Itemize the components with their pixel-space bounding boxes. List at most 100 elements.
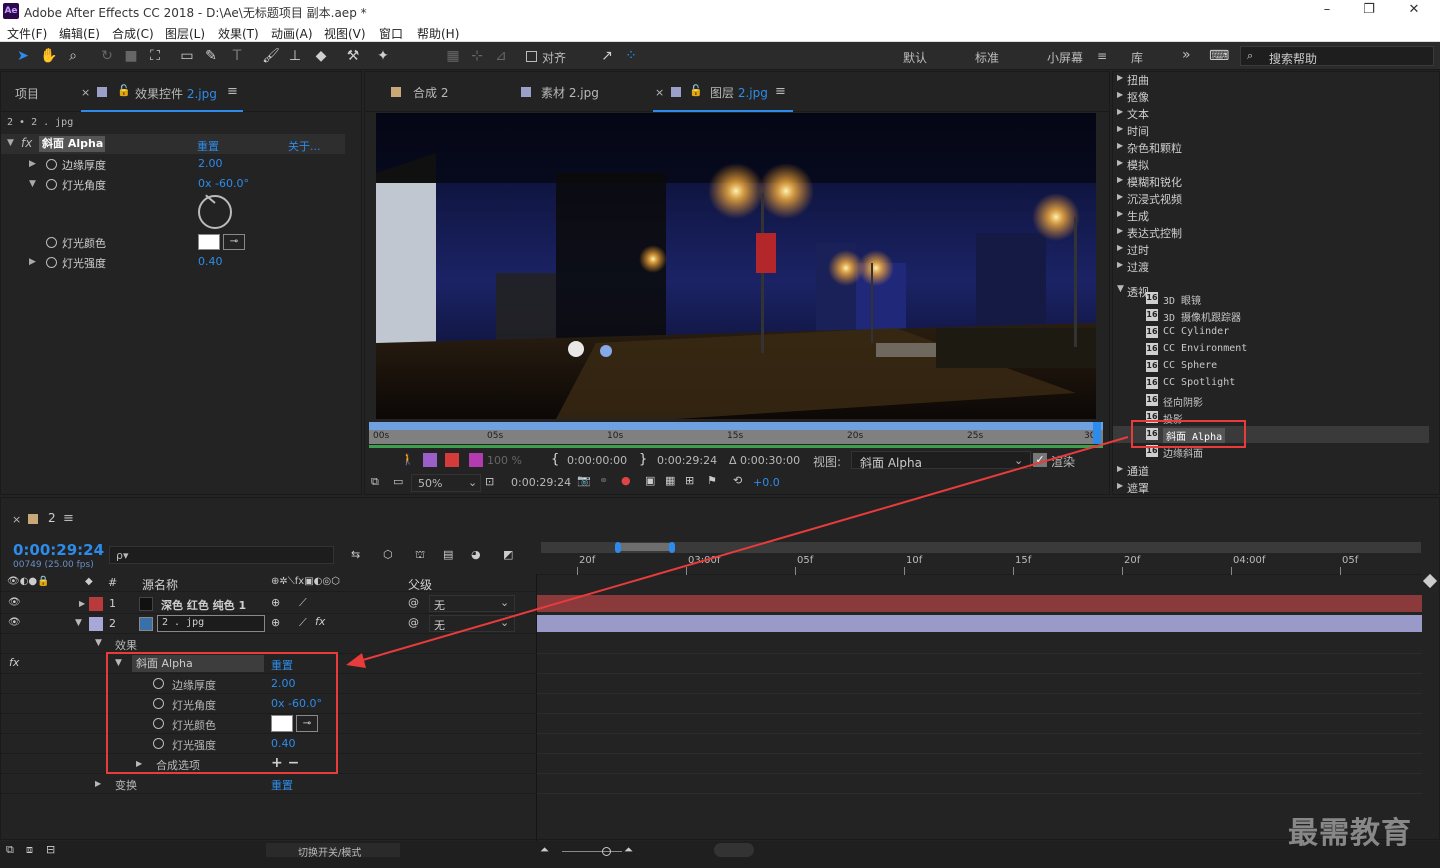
quality-switch-icon[interactable]: ⟋ xyxy=(299,616,307,630)
timeline-navigator[interactable] xyxy=(541,542,1421,553)
expand-arrow-icon[interactable]: ▶ xyxy=(29,159,36,169)
toggle-switches-button[interactable]: 切换开关/模式 xyxy=(266,843,400,859)
pen-tool-icon[interactable]: ✎ xyxy=(202,47,220,65)
eyedropper-icon[interactable]: ⊸ xyxy=(223,234,245,250)
color-icon[interactable] xyxy=(469,453,483,467)
rectangle-tool-icon[interactable]: ▭ xyxy=(178,47,196,65)
collapse-arrow-icon[interactable]: ▼ xyxy=(95,638,102,648)
parent-select[interactable]: 无 ⌄ xyxy=(429,615,515,632)
frame-icon[interactable]: ⊡ xyxy=(485,475,494,488)
menu-help[interactable]: 帮助(H) xyxy=(417,25,459,42)
timeline-ruler[interactable]: 20f 03:00f 05f 10f 15f 20f 04:00f 05f xyxy=(537,553,1422,575)
draft-3d-icon[interactable]: ⬡ xyxy=(383,548,393,561)
prop-value[interactable]: 0x -60.0° xyxy=(198,177,249,190)
layer-name[interactable]: 深色 红色 纯色 1 xyxy=(161,597,246,613)
color-swatch[interactable] xyxy=(198,234,220,250)
effects-category[interactable]: ▶ 模糊和锐化 xyxy=(1113,172,1439,189)
reset-link[interactable]: 重置 xyxy=(197,138,219,154)
effects-item[interactable]: 16 CC Spotlight xyxy=(1113,375,1429,392)
angle-dial[interactable] xyxy=(198,194,232,229)
expand-arrow-icon[interactable]: ▶ xyxy=(95,779,101,788)
motion-blur-icon[interactable]: ◕ xyxy=(471,548,481,561)
menu-view[interactable]: 视图(V) xyxy=(324,25,366,42)
navigator-handle-right[interactable] xyxy=(669,542,675,553)
reset-exposure-icon[interactable]: ⟲ xyxy=(733,474,742,487)
stopwatch-icon[interactable] xyxy=(46,179,57,190)
menu-edit[interactable]: 编辑(E) xyxy=(59,25,100,42)
help-search-input[interactable]: 搜索帮助 xyxy=(1269,50,1317,67)
effects-category[interactable]: ▶ 时间 xyxy=(1113,121,1439,138)
zoom-slider-thumb[interactable] xyxy=(602,847,611,856)
zoom-tool-icon[interactable]: ⌕ xyxy=(64,47,82,65)
effect-name[interactable]: 斜面 Alpha xyxy=(39,136,105,152)
snap-checkbox[interactable] xyxy=(526,51,537,62)
menu-animation[interactable]: 动画(A) xyxy=(271,25,313,42)
effects-category[interactable]: ▶ 扭曲 xyxy=(1113,72,1439,87)
type-tool-icon[interactable]: T xyxy=(228,47,246,65)
expand-arrow-icon[interactable]: ▶ xyxy=(79,599,85,608)
menu-composition[interactable]: 合成(C) xyxy=(112,25,154,42)
camera-tool-icon[interactable]: ■ xyxy=(122,47,140,65)
roto-brush-tool-icon[interactable]: ⚒ xyxy=(344,47,362,65)
in-time[interactable]: 0:00:00:00 xyxy=(567,454,627,467)
effects-item[interactable]: 16 CC Sphere xyxy=(1113,358,1429,375)
figure-icon[interactable]: 🚶 xyxy=(401,453,415,466)
workspace-menu-icon[interactable]: ≡ xyxy=(1097,49,1107,63)
frame-blending-icon[interactable]: ▤ xyxy=(443,548,453,561)
hand-tool-icon[interactable]: ✋ xyxy=(40,47,58,65)
effects-category[interactable]: ▶ 过渡 xyxy=(1113,257,1439,274)
pickwhip-icon[interactable]: @ xyxy=(408,596,419,609)
effects-category[interactable]: ▶ 遮罩 xyxy=(1113,478,1439,494)
menu-window[interactable]: 窗口 xyxy=(379,25,403,42)
tab-footage[interactable]: 素材 2.jpg xyxy=(541,84,599,101)
eye-icon[interactable]: 👁 xyxy=(8,597,21,608)
clone-stamp-tool-icon[interactable]: ⊥ xyxy=(286,47,304,65)
snapshot-icon[interactable]: 📷 xyxy=(577,474,591,487)
effects-item[interactable]: 16 CC Environment xyxy=(1113,341,1429,358)
workspace-small-screen[interactable]: 小屏幕 xyxy=(1047,49,1083,66)
show-snapshot-icon[interactable]: ⚭ xyxy=(599,474,608,487)
panel-menu-icon[interactable]: ≡ xyxy=(63,511,74,526)
collapse-arrow-icon[interactable]: ▼ xyxy=(75,618,82,628)
effects-category[interactable]: ▶ 文本 xyxy=(1113,104,1439,121)
minimize-button[interactable]: – xyxy=(1312,2,1342,20)
selection-tool-icon[interactable]: ➤ xyxy=(14,47,32,65)
parent-select[interactable]: 无 ⌄ xyxy=(429,595,515,612)
quality-switch-icon[interactable]: ⟋ xyxy=(299,596,307,610)
modes-icon[interactable]: ⧈ xyxy=(26,843,33,857)
layer-search-input[interactable]: ρ▾ xyxy=(109,546,334,564)
render-checkbox[interactable]: ✓ xyxy=(1033,453,1047,467)
stopwatch-icon[interactable] xyxy=(46,159,57,170)
collapse-arrow-icon[interactable]: ▼ xyxy=(29,179,36,189)
tab-comp[interactable]: 2 xyxy=(48,511,56,525)
work-area-bar[interactable] xyxy=(369,422,1103,430)
exposure-value[interactable]: +0.0 xyxy=(753,476,780,489)
maximize-button[interactable]: ❐ xyxy=(1354,2,1384,20)
tab-project[interactable]: 项目 xyxy=(15,85,39,102)
help-search-box[interactable]: ⌕ 搜索帮助 xyxy=(1240,46,1434,66)
comp-mini-flowchart-icon[interactable]: ⇆ xyxy=(351,548,360,561)
in-out-icon[interactable]: ⊟ xyxy=(46,843,55,856)
horizontal-scrollbar[interactable] xyxy=(714,843,754,857)
shy-switch-icon[interactable]: ⊕ xyxy=(271,596,280,609)
effects-category[interactable]: ▶ 过时 xyxy=(1113,240,1439,257)
navigator-handle-left[interactable] xyxy=(615,542,621,553)
menu-effect[interactable]: 效果(T) xyxy=(218,25,259,42)
transparency-grid-icon[interactable]: ▦ xyxy=(665,474,675,487)
current-time[interactable]: 0:00:29:24 xyxy=(511,476,571,489)
snap-target-icon[interactable]: ⁘ xyxy=(622,47,640,65)
layer-row[interactable]: 👁 ▶ 1 深色 红色 纯色 1 ⊕ ⟋ @ 无 ⌄ xyxy=(1,594,535,614)
close-tab-icon[interactable]: × xyxy=(655,86,664,99)
viewer-time-ruler[interactable]: 00s 05s 10s 15s 20s 25s 30s xyxy=(369,422,1103,444)
collapse-arrow-icon[interactable]: ▼ xyxy=(7,138,14,148)
comp-flowchart-icon[interactable]: ⊞ xyxy=(685,474,694,487)
transform-row[interactable]: ▶ 变换 重置 xyxy=(1,774,535,794)
region-icon[interactable]: ▣ xyxy=(645,474,655,487)
about-link[interactable]: 关于... xyxy=(288,138,321,154)
zoom-in-icon[interactable]: ⏶ xyxy=(624,843,633,857)
panel-menu-icon[interactable]: ≡ xyxy=(227,84,238,99)
navigator-range[interactable] xyxy=(617,543,673,551)
eye-icon[interactable]: 👁 xyxy=(8,617,21,628)
sync-settings-icon[interactable]: ⌨ xyxy=(1209,47,1229,65)
view-select[interactable]: 斜面 Alpha ⌄ xyxy=(851,451,1031,470)
